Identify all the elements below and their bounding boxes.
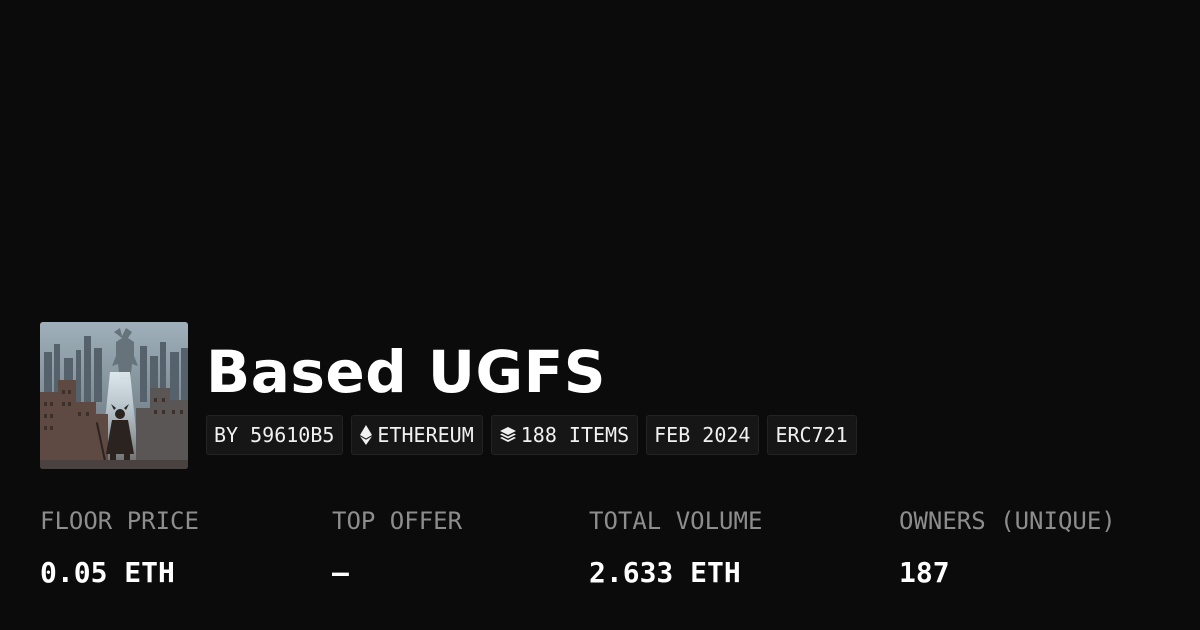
layers-icon xyxy=(499,427,516,442)
collection-title: Based UGFS xyxy=(206,338,607,406)
items-count-chip[interactable]: 188 ITEMS xyxy=(490,415,639,455)
stat-label: FLOOR PRICE xyxy=(40,507,199,535)
stat-top-offer: TOP OFFER — xyxy=(332,505,462,590)
stat-value: 2.633 ETH xyxy=(589,556,741,589)
created-date-label: FEB 2024 xyxy=(654,423,751,447)
ethereum-icon xyxy=(360,425,373,445)
stat-owners: OWNERS (UNIQUE) 187 xyxy=(899,505,1116,590)
token-standard-chip: ERC721 xyxy=(767,415,857,455)
token-standard-label: ERC721 xyxy=(775,423,848,447)
stat-floor-price: FLOOR PRICE 0.05 ETH xyxy=(40,505,199,590)
creator-chip[interactable]: BY 59610B5 xyxy=(206,415,344,455)
stat-value: 0.05 ETH xyxy=(40,556,175,589)
chain-label: ETHEREUM xyxy=(377,423,474,447)
stat-label: TOP OFFER xyxy=(332,507,463,535)
stat-value: — xyxy=(332,556,349,589)
collection-image xyxy=(40,322,188,469)
stat-label: TOTAL VOLUME xyxy=(589,507,763,535)
stat-total-volume: TOTAL VOLUME 2.633 ETH xyxy=(589,505,762,590)
city-warrior-artwork xyxy=(40,322,188,469)
stat-label: OWNERS (UNIQUE) xyxy=(899,507,1116,535)
collection-meta-chips: BY 59610B5 ETHEREUM 188 ITEMS FEB 2024 E… xyxy=(206,415,857,455)
stat-value: 187 xyxy=(899,556,950,589)
creator-label: BY 59610B5 xyxy=(214,423,335,447)
items-count-label: 188 ITEMS xyxy=(520,423,630,447)
chain-chip[interactable]: ETHEREUM xyxy=(351,415,483,455)
created-date-chip: FEB 2024 xyxy=(646,415,760,455)
